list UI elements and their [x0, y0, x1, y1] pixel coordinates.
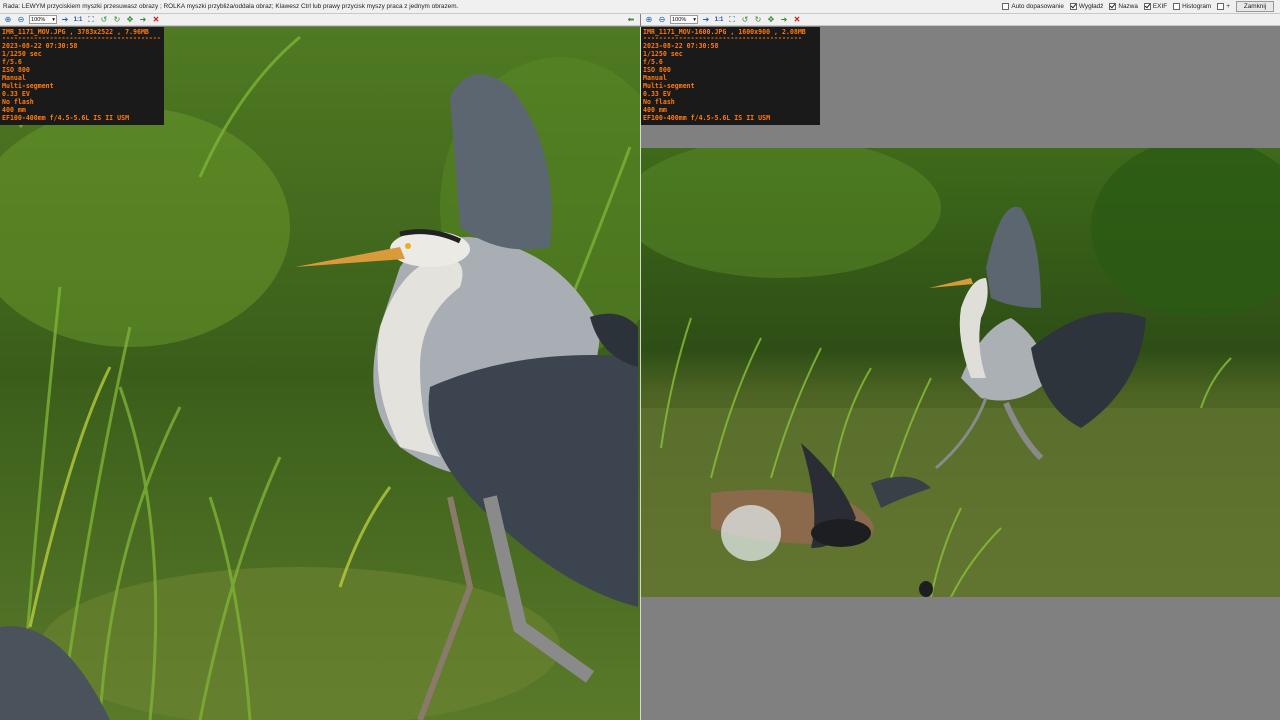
zoom-in-icon[interactable]: ⊕ [3, 15, 13, 25]
option-exif[interactable]: EXIF [1143, 3, 1167, 10]
fit-icon[interactable]: ⛶ [727, 15, 737, 25]
checkbox[interactable] [1002, 3, 1010, 10]
exif-flash: No flash [643, 98, 675, 106]
zoom-out-icon[interactable]: ⊖ [657, 15, 667, 25]
right-toolbar: ⊕ ⊖ 100% ▾ ➔ 1:1 ⛶ ↺ ↻ ✥ ➜ ✕ [641, 14, 1280, 26]
checkbox[interactable] [1143, 3, 1151, 10]
move-icon[interactable]: ✥ [125, 15, 135, 25]
exif-lens: EF100-400mm f/4.5-5.6L IS II USM [2, 114, 130, 122]
exif-lens: EF100-400mm f/4.5-5.6L IS II USM [643, 114, 771, 122]
chevron-down-icon: ▾ [52, 16, 55, 23]
exif-datetime: 2023-08-22 07:30:58 [643, 42, 719, 50]
close-x-icon[interactable]: ✕ [151, 15, 161, 25]
exif-metering: Multi-segment [643, 82, 695, 90]
checkbox[interactable] [1217, 3, 1225, 10]
checkbox[interactable] [1173, 3, 1181, 10]
fit-icon[interactable]: ⛶ [86, 15, 96, 25]
exif-ev: 0.33 EV [2, 90, 30, 98]
exif-header: IMR_1171_MOV-1600.JPG , 1600x900 , 2.08M… [643, 28, 806, 36]
exif-ev: 0.33 EV [643, 90, 671, 98]
zoom-in-icon[interactable]: ⊕ [644, 15, 654, 25]
heron-photo-zoomed [0, 27, 640, 720]
right-image-pane[interactable]: IMR_1171_MOV-1600.JPG , 1600x900 , 2.08M… [641, 27, 1280, 720]
left-image-pane[interactable]: IMR_1171_MOV.JPG , 3783x2522 , 7.96MB --… [0, 27, 640, 720]
exif-aperture: f/5.6 [2, 58, 22, 66]
comparison-viewer: Rada: LEWYM przyciskiem myszki przesuwas… [0, 0, 1280, 720]
zoom-select[interactable]: 100% ▾ [29, 15, 57, 24]
zoom-out-icon[interactable]: ⊖ [16, 15, 26, 25]
chevron-down-icon: ▾ [693, 16, 696, 23]
option-plus[interactable]: + [1217, 3, 1230, 10]
close-x-icon[interactable]: ✕ [792, 15, 802, 25]
top-bar: Rada: LEWYM przyciskiem myszki przesuwas… [0, 0, 1280, 14]
exif-focal: 400 mm [2, 106, 26, 114]
rotate-left-icon[interactable]: ↺ [740, 15, 750, 25]
option-name[interactable]: Nazwa [1109, 3, 1138, 10]
one-to-one-button[interactable]: 1:1 [73, 15, 83, 25]
exif-aperture: f/5.6 [643, 58, 663, 66]
exif-shutter: 1/1250 sec [643, 50, 683, 58]
prev-arrow-icon[interactable]: ➔ [60, 15, 70, 25]
move-icon[interactable]: ✥ [766, 15, 776, 25]
exif-iso: ISO 800 [643, 66, 671, 74]
exif-iso: ISO 800 [2, 66, 30, 74]
close-button[interactable]: Zamknij [1236, 1, 1274, 12]
exif-overlay: IMR_1171_MOV.JPG , 3783x2522 , 7.96MB --… [0, 27, 164, 125]
rotate-right-icon[interactable]: ↻ [112, 15, 122, 25]
prev-arrow-icon[interactable]: ➔ [701, 15, 711, 25]
exif-shutter: 1/1250 sec [2, 50, 42, 58]
exif-overlay: IMR_1171_MOV-1600.JPG , 1600x900 , 2.08M… [641, 27, 820, 125]
option-histogram[interactable]: Histogram [1173, 3, 1211, 10]
option-smooth[interactable]: Wygładź [1069, 3, 1103, 10]
exif-mode: Manual [2, 74, 26, 82]
zoom-select[interactable]: 100% ▾ [670, 15, 698, 24]
exif-focal: 400 mm [643, 106, 667, 114]
one-to-one-button[interactable]: 1:1 [714, 15, 724, 25]
back-arrow-icon[interactable]: ⬅ [626, 15, 636, 25]
next-icon[interactable]: ➜ [138, 15, 148, 25]
left-toolbar: ⊕ ⊖ 100% ▾ ➔ 1:1 ⛶ ↺ ↻ ✥ ➜ ✕ ⬅ [0, 14, 640, 26]
checkbox[interactable] [1109, 3, 1117, 10]
heron-photo-full [641, 148, 1280, 597]
hint-text: Rada: LEWYM przyciskiem myszki przesuwas… [3, 3, 459, 10]
option-auto-fit[interactable]: Auto dopasowanie [1002, 3, 1064, 10]
exif-header: IMR_1171_MOV.JPG , 3783x2522 , 7.96MB [2, 28, 149, 36]
exif-mode: Manual [643, 74, 667, 82]
exif-flash: No flash [2, 98, 34, 106]
next-icon[interactable]: ➜ [779, 15, 789, 25]
options-bar: Auto dopasowanie Wygładź Nazwa EXIF Hist… [1002, 1, 1280, 12]
exif-datetime: 2023-08-22 07:30:58 [2, 42, 78, 50]
checkbox[interactable] [1069, 3, 1077, 10]
rotate-right-icon[interactable]: ↻ [753, 15, 763, 25]
rotate-left-icon[interactable]: ↺ [99, 15, 109, 25]
exif-metering: Multi-segment [2, 82, 54, 90]
